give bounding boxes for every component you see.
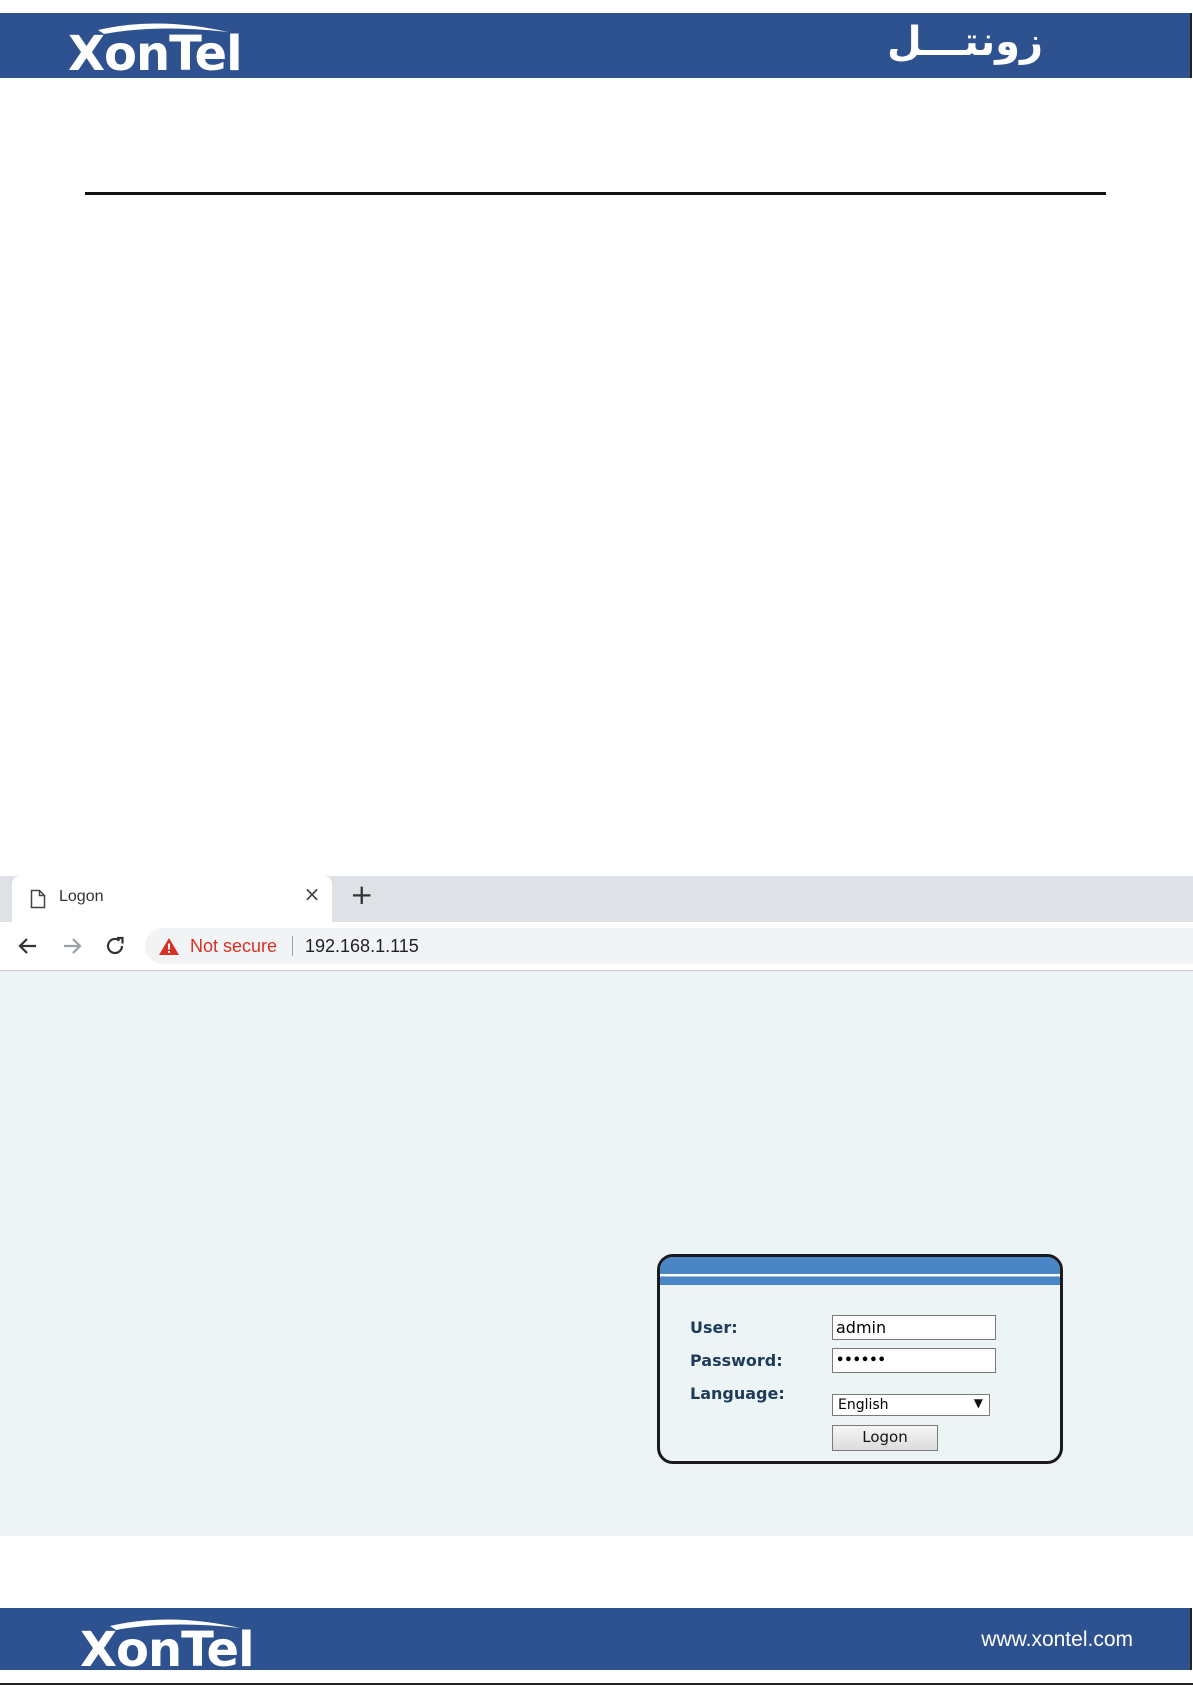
tab-title: Logon: [59, 888, 104, 905]
browser-window: Logon × + Not secure 192.168.1.115 User:…: [0, 876, 1193, 1536]
page-content: User: admin Password: •••••• Language: E…: [0, 971, 1193, 1536]
user-label: User:: [690, 1318, 738, 1337]
horizontal-rule: [85, 192, 1106, 195]
login-panel: User: admin Password: •••••• Language: E…: [657, 1254, 1063, 1464]
tab-logon[interactable]: Logon ×: [12, 876, 332, 922]
language-label: Language:: [690, 1384, 785, 1403]
arabic-brand: زونتـــل: [887, 19, 1043, 65]
not-secure-label[interactable]: Not secure: [190, 936, 277, 957]
tab-close-icon[interactable]: ×: [302, 884, 322, 908]
document-icon: [30, 889, 46, 909]
user-input[interactable]: admin: [832, 1315, 996, 1340]
logon-button[interactable]: Logon: [832, 1425, 938, 1451]
logo-text: XonTel: [80, 1622, 255, 1678]
xontel-logo: XonTel: [68, 22, 243, 78]
reload-icon[interactable]: [103, 934, 127, 958]
tab-strip: Logon × +: [0, 876, 1193, 922]
forward-arrow-icon[interactable]: [60, 934, 84, 958]
new-tab-icon[interactable]: +: [350, 881, 373, 909]
bottom-rule: [0, 1683, 1193, 1685]
website-url: www.xontel.com: [981, 1628, 1133, 1651]
browser-toolbar: Not secure 192.168.1.115: [0, 922, 1193, 971]
dropdown-arrow-icon: ▼: [973, 1396, 983, 1410]
band-edge-line: [1190, 13, 1192, 78]
address-separator: [292, 936, 293, 956]
address-bar[interactable]: Not secure 192.168.1.115: [145, 928, 1193, 964]
language-selected-value: English: [838, 1397, 889, 1413]
password-input[interactable]: ••••••: [832, 1348, 996, 1373]
logo-text: XonTel: [68, 26, 243, 82]
url-text[interactable]: 192.168.1.115: [305, 936, 419, 957]
band-edge-line: [1190, 1608, 1192, 1670]
password-label: Password:: [690, 1351, 783, 1370]
language-select[interactable]: English ▼: [832, 1394, 990, 1416]
login-panel-header: [660, 1257, 1060, 1285]
xontel-footer-logo: XonTel: [80, 1618, 255, 1674]
back-arrow-icon[interactable]: [16, 934, 40, 958]
warning-icon: [159, 938, 179, 955]
